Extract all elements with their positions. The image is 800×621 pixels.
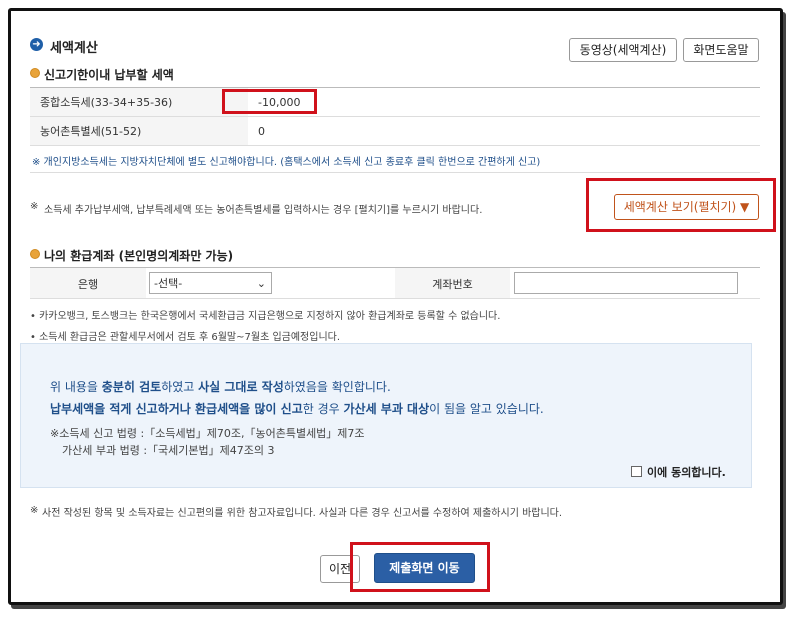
confirm-text-bold: 납부세액을 적게 신고하거나 환급세액을 많이 신고 (50, 402, 303, 416)
screen-help-button[interactable]: 화면도움말 (683, 38, 759, 62)
bullet-icon (30, 68, 40, 78)
video-help-button[interactable]: 동영상(세액계산) (569, 38, 677, 62)
refund-note-1-text: 카카오뱅크, 토스뱅크는 한국은행에서 국세환급금 지급은행으로 지정하지 않아… (39, 311, 501, 322)
confirm-line-2: 납부세액을 적게 신고하거나 환급세액을 많이 신고한 경우 가산세 부과 대상… (50, 400, 544, 417)
extra-note-mark: ※ (30, 201, 39, 212)
confirm-text: 한 경우 (302, 402, 344, 416)
row-value: -10,000 (248, 88, 760, 117)
arrow-right-icon: ➜ (30, 38, 43, 51)
tax-section-title: 신고기한이내 납부할 세액 (44, 68, 174, 82)
footer-note: 사전 작성된 항목 및 소득자료는 신고편의를 위한 참고자료입니다. 사실과 … (42, 508, 563, 519)
bullet-icon (30, 249, 40, 259)
footer-note-mark: ※ (30, 505, 39, 516)
confirm-text-bold: 가산세 부과 대상 (343, 402, 430, 416)
extra-tax-note: 소득세 추가납부세액, 납부특례세액 또는 농어촌특별세를 입력하시는 경우 [… (44, 205, 483, 216)
confirm-text: 하였음을 확인합니다. (283, 380, 391, 394)
highlight-box (350, 542, 490, 592)
bank-select-value: -선택- (154, 277, 183, 290)
row-value: 0 (248, 116, 760, 146)
bank-select[interactable]: -선택- ⌄ (149, 272, 272, 294)
confirm-text-bold: 충분히 검토 (101, 380, 162, 394)
divider (30, 298, 760, 299)
bank-label: 은행 (77, 278, 99, 291)
row-label: 농어촌특별세(51-52) (30, 116, 248, 146)
table-row: 종합소득세(33-34+35-36) -10,000 (30, 88, 760, 117)
table-row: 농어촌특별세(51-52) 0 (30, 116, 760, 146)
account-number-input[interactable] (514, 272, 738, 294)
highlight-box (222, 89, 317, 114)
refund-note-1: • 카카오뱅크, 토스뱅크는 한국은행에서 국세환급금 지급은행으로 지정하지 … (30, 311, 501, 322)
agree-checkbox[interactable] (631, 466, 642, 477)
divider (30, 172, 760, 173)
refund-note-2: • 소득세 환급금은 관할세무서에서 검토 후 6월말~7월초 입금예정입니다. (30, 332, 341, 343)
confirm-text: 이 됨을 알고 있습니다. (429, 402, 544, 416)
agree-label[interactable]: 이에 동의합니다. (647, 464, 726, 480)
law-reference-1: ※소득세 신고 법령 :「소득세법」제70조,「농어촌특별세법」제7조 (50, 427, 365, 440)
row-label: 종합소득세(33-34+35-36) (30, 88, 248, 117)
chevron-down-icon: ⌄ (256, 277, 266, 290)
local-tax-note: ※ 개인지방소득세는 지방자치단체에 별도 신고해야합니다. (홈택스에서 소득… (32, 157, 541, 168)
highlight-box (586, 178, 776, 232)
page-title: 세액계산 (50, 41, 98, 56)
refund-note-2-text: 소득세 환급금은 관할세무서에서 검토 후 6월말~7월초 입금예정입니다. (39, 332, 341, 343)
confirm-text: 위 내용을 (50, 380, 102, 394)
law-reference-2: 가산세 부과 법령 :「국세기본법」제47조의 3 (62, 444, 275, 457)
confirm-text: 하였고 (161, 380, 199, 394)
tax-table: 종합소득세(33-34+35-36) -10,000 농어촌특별세(51-52)… (30, 88, 760, 146)
confirm-text-bold: 사실 그대로 작성 (198, 380, 284, 394)
refund-section-title: 나의 환급계좌 (본인명의계좌만 가능) (44, 249, 234, 263)
confirm-line-1: 위 내용을 충분히 검토하였고 사실 그대로 작성하였음을 확인합니다. (50, 378, 391, 395)
account-label: 계좌번호 (432, 278, 473, 291)
